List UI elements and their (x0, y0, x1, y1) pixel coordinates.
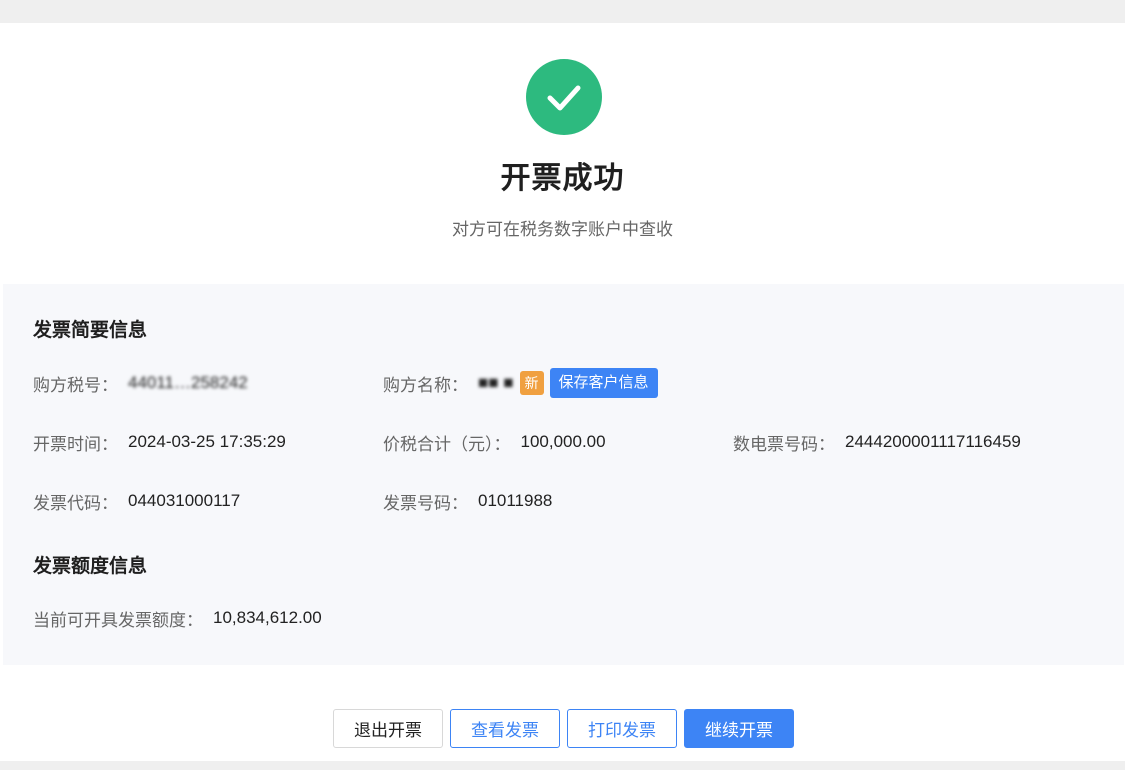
view-invoice-button[interactable]: 查看发票 (450, 709, 560, 748)
continue-invoicing-button[interactable]: 继续开票 (684, 709, 794, 748)
invoice-code-label: 发票代码： (33, 493, 118, 513)
exit-invoicing-button[interactable]: 退出开票 (333, 709, 443, 748)
action-bar: 退出开票 查看发票 打印发票 继续开票 (333, 709, 794, 748)
buyer-name-field: 购方名称： ■■ ■ 新 保存客户信息 (383, 368, 658, 398)
available-quota-field: 当前可开具发票额度： 10,834,612.00 (33, 603, 322, 633)
e-invoice-no-label: 数电票号码： (733, 434, 835, 454)
result-subtitle: 对方可在税务数字账户中查收 (452, 220, 673, 239)
save-customer-button[interactable]: 保存客户信息 (549, 368, 658, 398)
buyer-tax-no-value: 44011…258242 (128, 373, 248, 392)
quota-section-title: 发票额度信息 (33, 556, 148, 577)
available-quota-value: 10,834,612.00 (213, 608, 322, 627)
invoice-no-value: 01011988 (478, 491, 553, 510)
buyer-tax-no-field: 购方税号： 44011…258242 (33, 368, 248, 398)
issue-time-label: 开票时间： (33, 434, 118, 454)
available-quota-label: 当前可开具发票额度： (33, 610, 203, 630)
total-amount-label: 价税合计（元）： (383, 434, 511, 454)
issue-time-value: 2024-03-25 17:35:29 (128, 432, 286, 451)
buyer-name-label: 购方名称： (383, 375, 468, 395)
result-title: 开票成功 (500, 162, 625, 195)
invoice-info-panel: 发票简要信息 购方税号： 44011…258242 购方名称： ■■ ■ 新 保… (3, 284, 1124, 665)
invoice-success-page: 开票成功 对方可在税务数字账户中查收 发票简要信息 购方税号： 44011…25… (0, 23, 1125, 761)
e-invoice-no-value: 2444200001117116459 (845, 432, 1021, 451)
total-amount-field: 价税合计（元）： 100,000.00 (383, 427, 606, 457)
e-invoice-no-field: 数电票号码： 2444200001117116459 (733, 427, 1021, 457)
issue-time-field: 开票时间： 2024-03-25 17:35:29 (33, 427, 286, 457)
invoice-no-label: 发票号码： (383, 493, 468, 513)
check-circle-icon (526, 59, 602, 135)
total-amount-value: 100,000.00 (520, 432, 606, 451)
summary-section-title: 发票简要信息 (33, 320, 148, 341)
buyer-tax-no-label: 购方税号： (33, 375, 118, 395)
invoice-code-field: 发票代码： 044031000117 (33, 486, 240, 516)
print-invoice-button[interactable]: 打印发票 (567, 709, 677, 748)
invoice-code-value: 044031000117 (128, 491, 241, 510)
buyer-name-value: ■■ ■ (478, 373, 514, 392)
invoice-no-field: 发票号码： 01011988 (383, 486, 552, 516)
new-customer-badge: 新 (519, 371, 544, 395)
